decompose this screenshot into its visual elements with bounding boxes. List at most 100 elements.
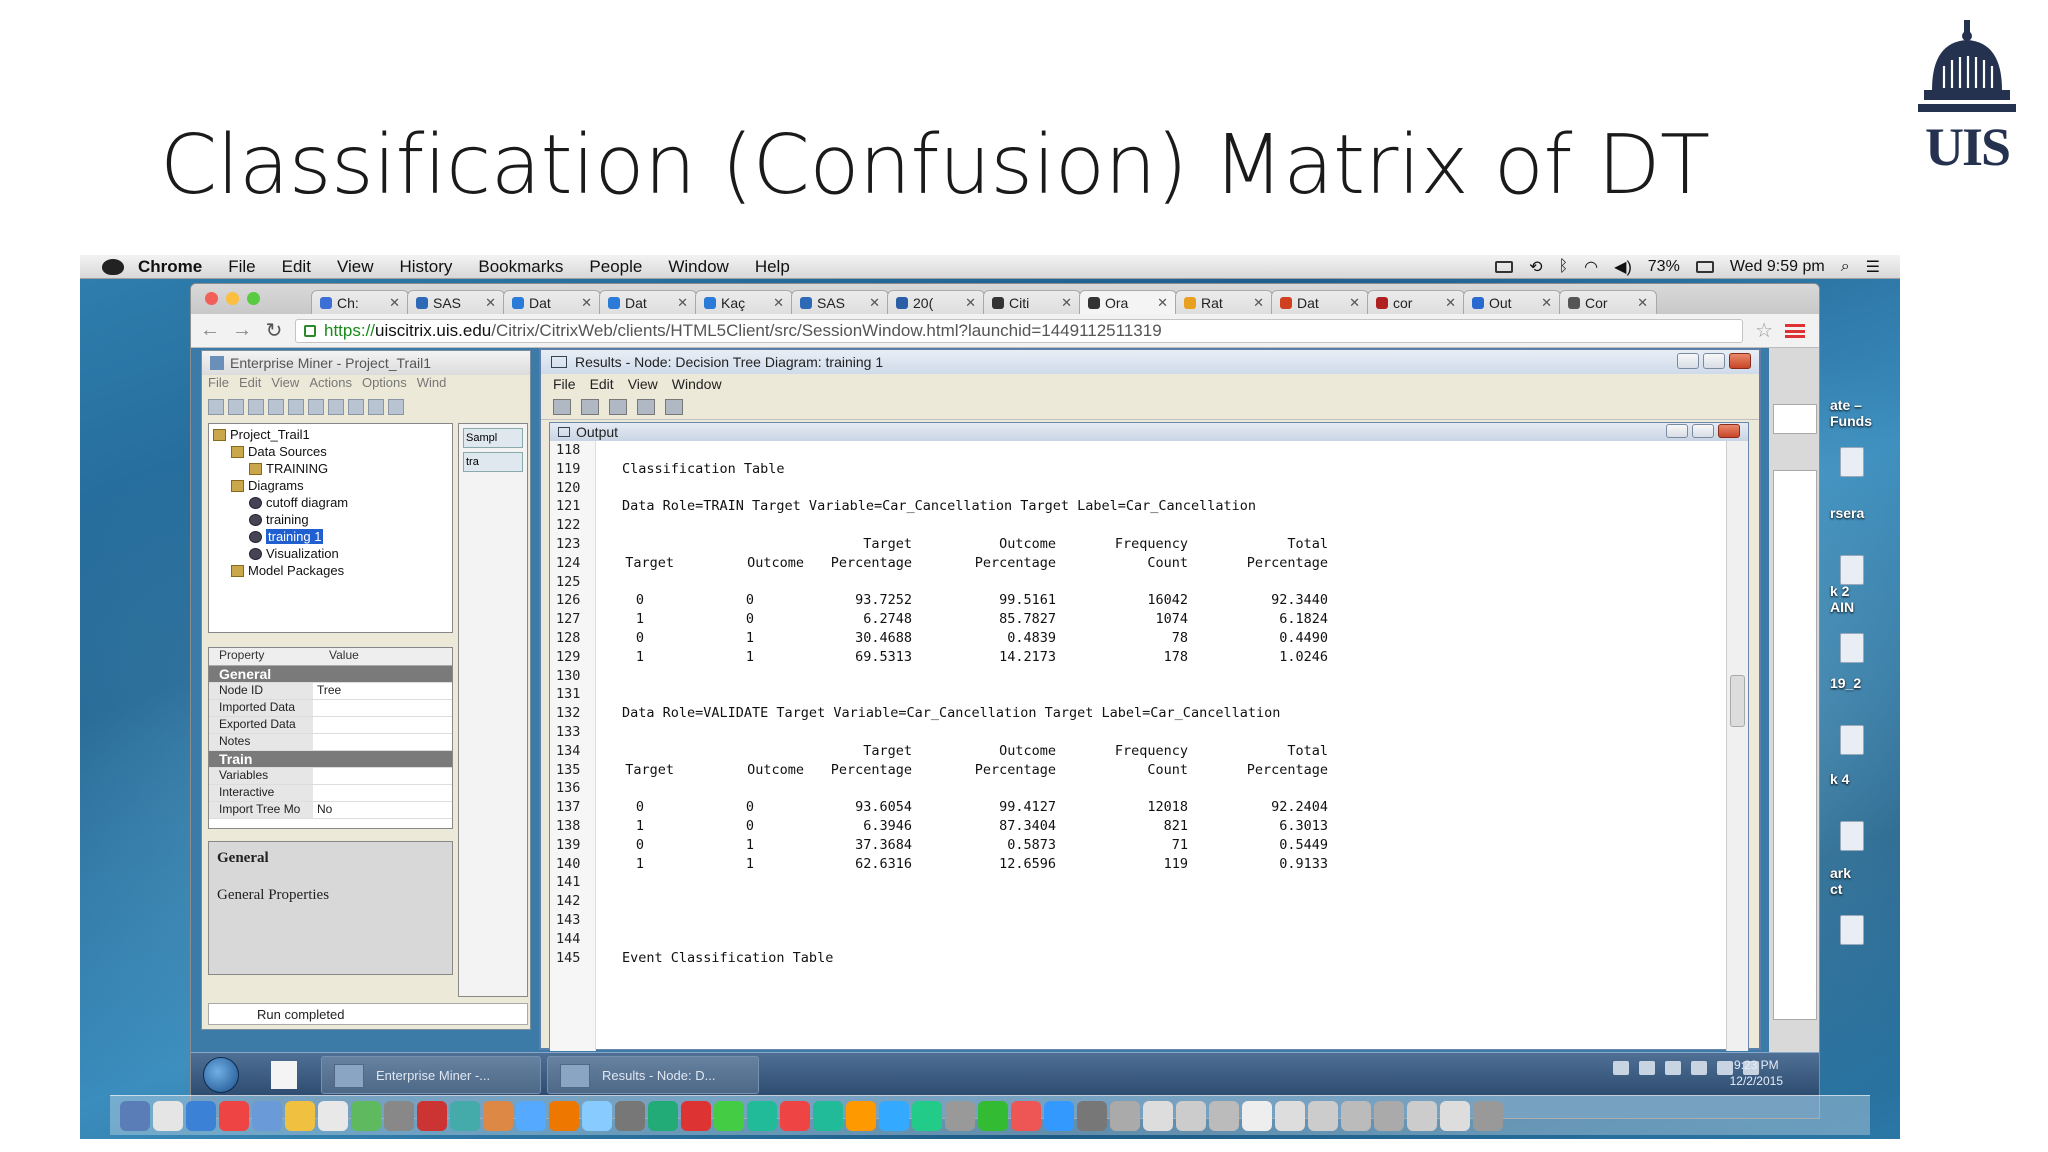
dock-app-icon[interactable] — [1011, 1100, 1041, 1131]
browser-tab[interactable]: Ch: ✕ — [311, 290, 409, 314]
dock-app-icon[interactable] — [153, 1100, 183, 1131]
menu-edit[interactable]: Edit — [282, 257, 311, 277]
browser-tab[interactable]: Dat ✕ — [599, 290, 697, 314]
minimize-window-icon[interactable] — [226, 292, 239, 305]
property-row[interactable]: Variables — [209, 768, 452, 785]
properties-icon[interactable] — [553, 398, 571, 415]
em-menu-item[interactable]: Actions — [309, 375, 352, 395]
diagram-tab-sample[interactable]: Sampl — [463, 428, 523, 448]
copy-icon[interactable] — [637, 398, 655, 415]
chart-icon[interactable] — [288, 399, 304, 415]
tab-close-icon[interactable]: ✕ — [677, 295, 688, 311]
browser-tab[interactable]: Ora ✕ — [1079, 290, 1177, 314]
tree-item[interactable]: training 1 — [213, 528, 448, 545]
browser-tab[interactable]: Kaç ✕ — [695, 290, 793, 314]
chrome-menu-icon[interactable] — [1785, 323, 1805, 338]
delete-icon[interactable] — [268, 399, 284, 415]
property-row[interactable]: Import Tree Mo No — [209, 802, 452, 819]
tree-item[interactable]: Visualization — [213, 545, 448, 562]
airplay-icon[interactable] — [1495, 261, 1514, 273]
tab-close-icon[interactable]: ✕ — [485, 295, 496, 311]
tree-item[interactable]: Model Packages — [213, 562, 448, 579]
tab-close-icon[interactable]: ✕ — [1541, 295, 1552, 311]
paste-icon[interactable] — [248, 399, 264, 415]
dock-app-icon[interactable] — [1044, 1100, 1074, 1131]
property-row[interactable]: Interactive — [209, 785, 452, 802]
menu-help[interactable]: Help — [755, 257, 790, 277]
desktop-document-icon[interactable] — [1840, 555, 1864, 585]
volume-icon[interactable]: ◀) — [1614, 257, 1632, 277]
menu-window[interactable]: Window — [668, 257, 728, 277]
tree-item[interactable]: TRAINING — [213, 460, 448, 477]
model-icon[interactable] — [368, 399, 384, 415]
menu-file[interactable]: File — [228, 257, 255, 277]
results-menu-edit[interactable]: Edit — [590, 376, 614, 392]
output-maximize-button[interactable] — [1692, 424, 1714, 438]
dock-app-icon[interactable] — [549, 1100, 579, 1131]
minimize-button[interactable] — [1677, 353, 1699, 369]
em-menu-item[interactable]: Options — [362, 375, 407, 395]
menu-bookmarks[interactable]: Bookmarks — [478, 257, 563, 277]
close-window-icon[interactable] — [205, 292, 218, 305]
dock-app-icon[interactable] — [120, 1100, 150, 1131]
list-icon[interactable] — [348, 399, 364, 415]
desktop-document-icon[interactable] — [1840, 725, 1864, 755]
output-close-button[interactable] — [1718, 424, 1740, 438]
tree-item[interactable]: cutoff diagram — [213, 494, 448, 511]
folder-icon[interactable] — [388, 399, 404, 415]
tab-close-icon[interactable]: ✕ — [1061, 295, 1072, 311]
tab-close-icon[interactable]: ✕ — [1349, 295, 1360, 311]
battery-icon[interactable] — [1695, 261, 1714, 273]
desktop-document-icon[interactable] — [1840, 447, 1864, 477]
windows-start-icon[interactable] — [203, 1057, 239, 1093]
file-icon[interactable] — [271, 1061, 297, 1089]
desktop-item-label[interactable]: rsera — [1830, 505, 1864, 521]
tree-item[interactable]: Project_Trail1 — [213, 426, 448, 443]
results-menu-file[interactable]: File — [553, 376, 576, 392]
browser-tab[interactable]: Dat ✕ — [503, 290, 601, 314]
desktop-document-icon[interactable] — [1840, 915, 1864, 945]
dock-app-icon[interactable] — [450, 1100, 480, 1131]
menu-app-chrome[interactable]: Chrome — [138, 257, 202, 277]
tab-close-icon[interactable]: ✕ — [581, 295, 592, 311]
dock-app-icon[interactable] — [846, 1100, 876, 1131]
dock-app-icon[interactable] — [1110, 1100, 1140, 1131]
dock-app-icon[interactable] — [1407, 1100, 1437, 1131]
save-icon[interactable] — [581, 398, 599, 415]
tab-close-icon[interactable]: ✕ — [1637, 295, 1648, 311]
dock-app-icon[interactable] — [780, 1100, 810, 1131]
browser-tab[interactable]: Dat ✕ — [1271, 290, 1369, 314]
desktop-document-icon[interactable] — [1840, 633, 1864, 663]
property-row[interactable]: Notes — [209, 734, 452, 751]
dock-app-icon[interactable] — [1374, 1100, 1404, 1131]
data-icon[interactable] — [308, 399, 324, 415]
dock-app-icon[interactable] — [1242, 1100, 1272, 1131]
browser-tab[interactable]: Out ✕ — [1463, 290, 1561, 314]
dock-app-icon[interactable] — [648, 1100, 678, 1131]
em-menu-item[interactable]: Edit — [239, 375, 261, 395]
dock-app-icon[interactable] — [1341, 1100, 1371, 1131]
output-minimize-button[interactable] — [1666, 424, 1688, 438]
em-menu-item[interactable]: File — [208, 375, 229, 395]
bluetooth-icon[interactable]: ᛒ — [1559, 258, 1569, 276]
dock-app-icon[interactable] — [384, 1100, 414, 1131]
notification-list-icon[interactable]: ☰ — [1866, 257, 1880, 277]
tray-icon[interactable] — [1665, 1061, 1681, 1075]
dock-app-icon[interactable] — [417, 1100, 447, 1131]
time-machine-icon[interactable]: ⟲ — [1529, 257, 1542, 277]
tray-icon[interactable] — [1639, 1061, 1655, 1075]
browser-tab[interactable]: Cor ✕ — [1559, 290, 1657, 314]
output-scrollbar[interactable] — [1726, 441, 1748, 1051]
property-row[interactable]: Node ID Tree — [209, 683, 452, 700]
output-text[interactable]: 118 119 Classification Table 120 121 Data Rol… — [550, 441, 1728, 1051]
tab-close-icon[interactable]: ✕ — [1253, 295, 1264, 311]
taskbar-results[interactable]: Results - Node: D... — [547, 1056, 759, 1094]
dock-app-icon[interactable] — [945, 1100, 975, 1131]
apple-icon[interactable] — [102, 258, 124, 275]
close-button[interactable] — [1729, 353, 1751, 369]
tab-close-icon[interactable]: ✕ — [965, 295, 976, 311]
tree-item[interactable]: Diagrams — [213, 477, 448, 494]
em-menu-item[interactable]: Wind — [417, 375, 447, 395]
tray-icon[interactable] — [1691, 1061, 1707, 1075]
copy-icon[interactable] — [228, 399, 244, 415]
